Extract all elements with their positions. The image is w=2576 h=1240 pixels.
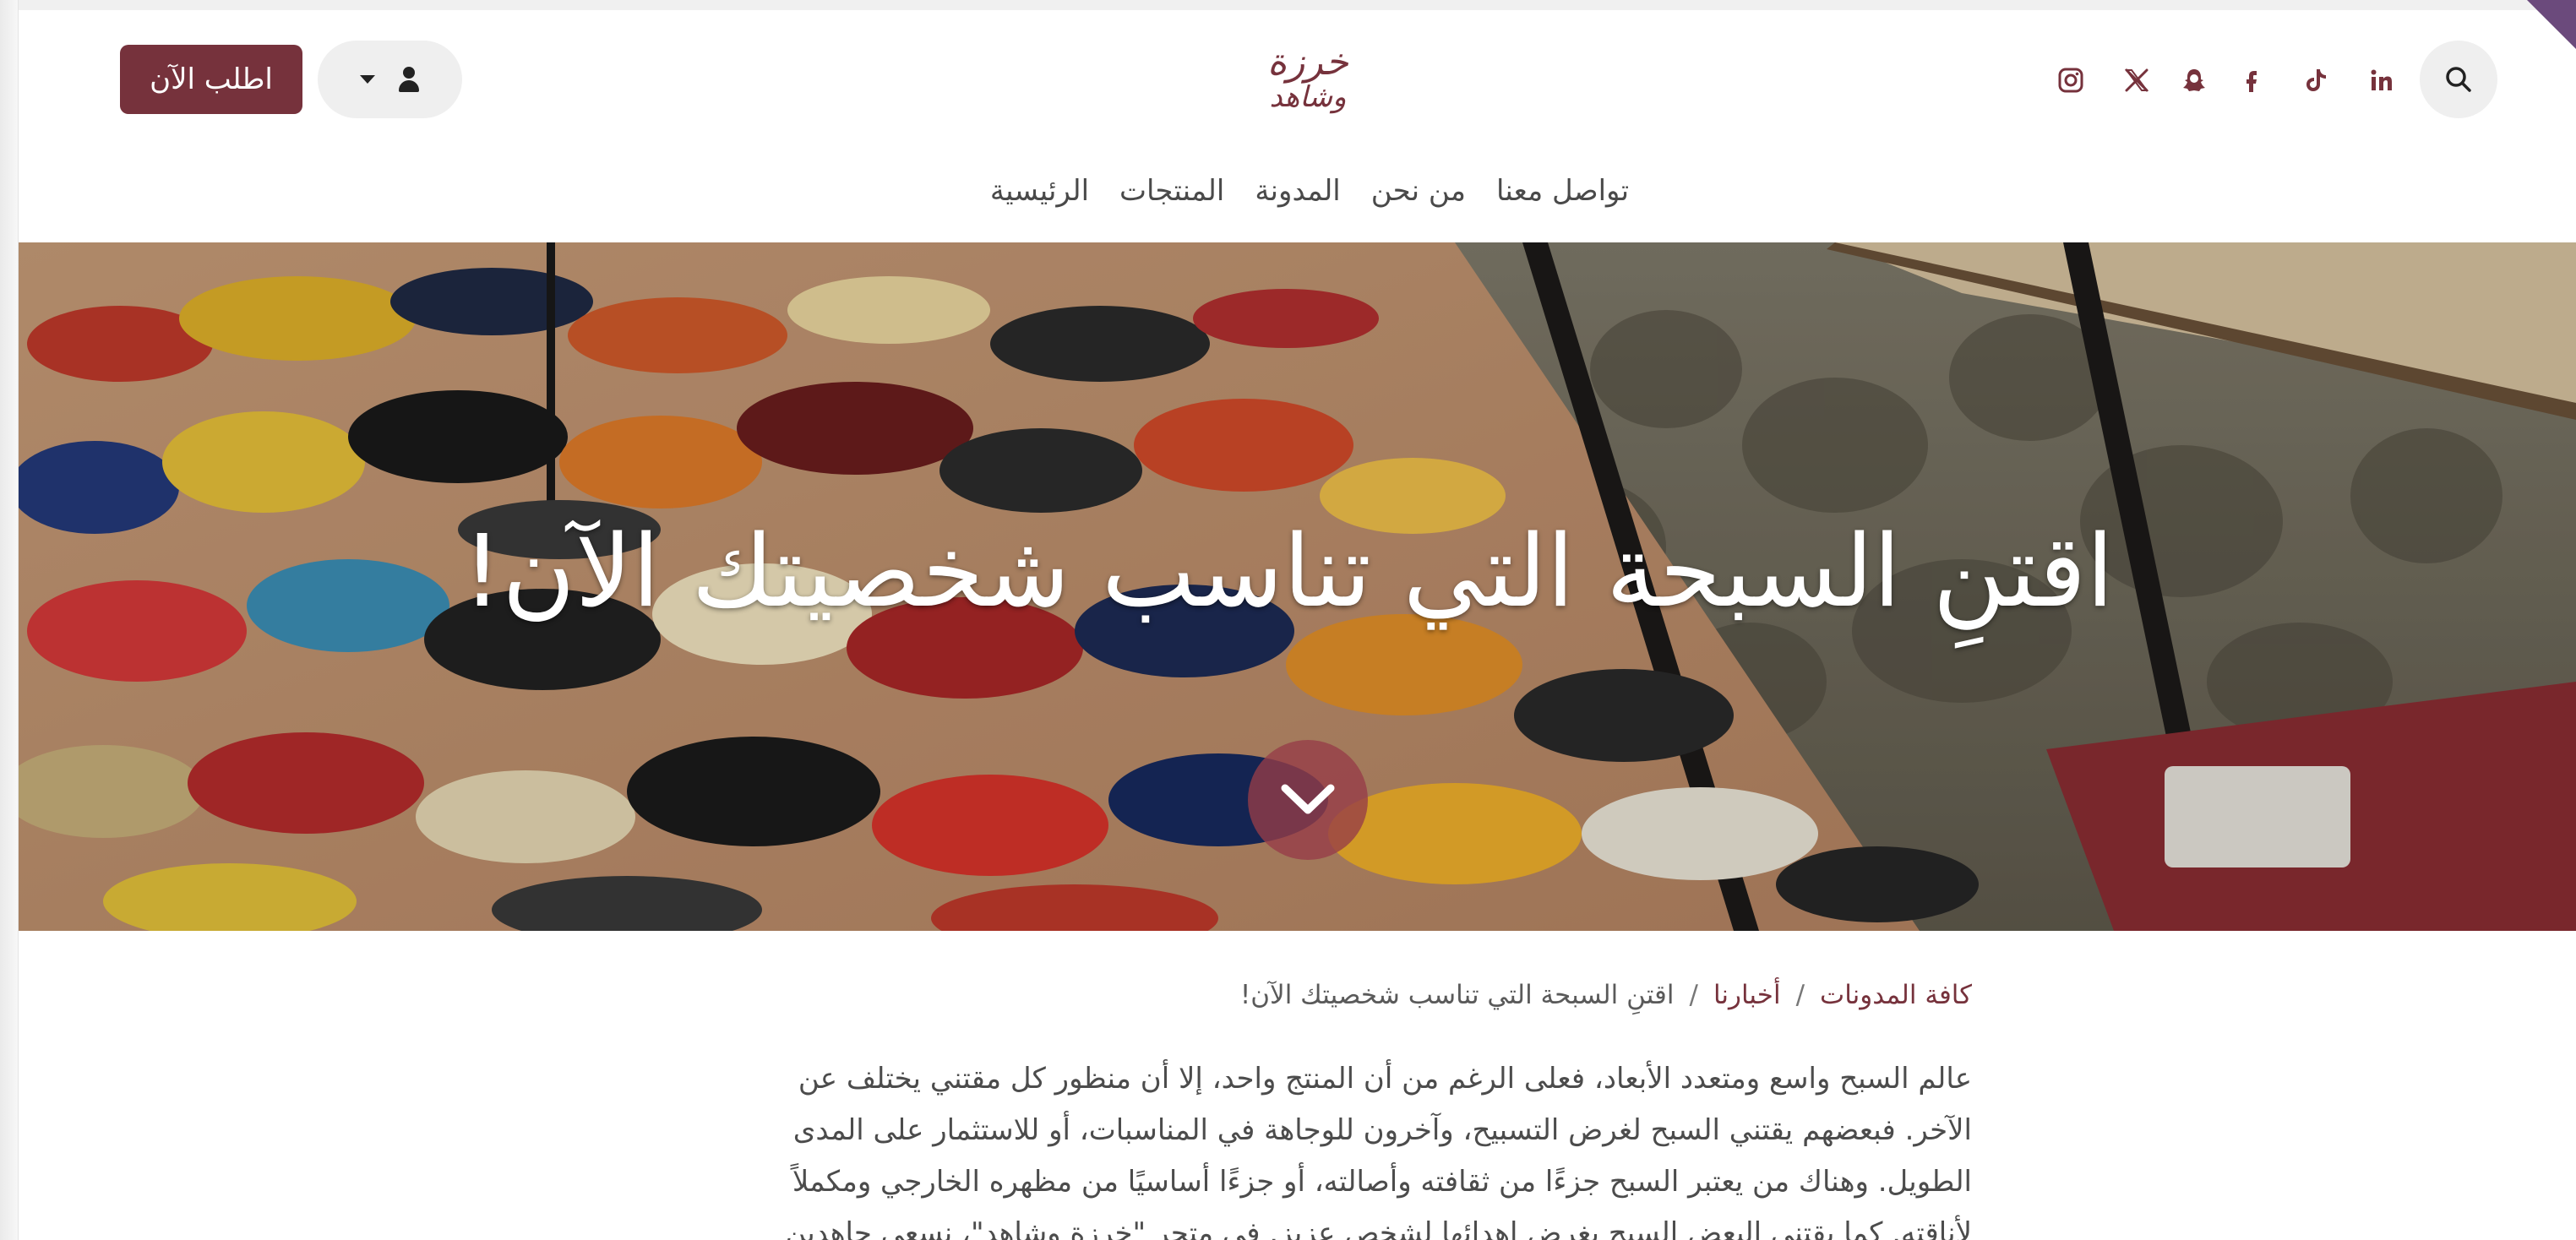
breadcrumb-current: اقتنِ السبحة التي تناسب شخصيتك الآن!: [1239, 980, 1675, 1010]
search-button[interactable]: [2420, 41, 2497, 118]
x-icon[interactable]: [2117, 61, 2156, 100]
corner-ribbon: [2527, 0, 2576, 49]
nav-item-about[interactable]: من نحن: [1371, 174, 1466, 208]
account-menu-button[interactable]: [318, 41, 462, 118]
instagram-icon[interactable]: [2051, 61, 2090, 100]
scroll-down-button[interactable]: [1248, 740, 1368, 860]
breadcrumb-separator: /: [1689, 980, 1698, 1010]
facebook-icon[interactable]: [2232, 61, 2271, 100]
brand-logo-line-1: خرزة: [1267, 41, 1348, 84]
article-text-line: الآخر. فبعضهم يقتني السبح لغرض التسبيح، …: [792, 1113, 1972, 1147]
search-icon: [2446, 67, 2471, 92]
breadcrumb: كافة المدونات / أخبارنا / اقتنِ السبحة التي …: [845, 980, 1972, 1019]
top-strip: [0, 0, 2576, 10]
chevron-down-icon: [359, 75, 375, 84]
article-text-line: عالم السبح واسع ومتعدد الأبعاد، فعلى الر…: [798, 1062, 1972, 1096]
brand-logo[interactable]: خرزة وشاهد: [1250, 37, 1365, 118]
nav-item-contact[interactable]: تواصل معنا: [1496, 174, 1629, 208]
linkedin-icon[interactable]: [2362, 61, 2401, 100]
breadcrumb-all-blogs[interactable]: كافة المدونات: [1820, 980, 1972, 1010]
snapchat-icon[interactable]: [2175, 61, 2214, 100]
main-navigation: الرئيسية المنتجات المدونة من نحن تواصل م…: [972, 167, 1647, 215]
nav-item-home[interactable]: الرئيسية: [990, 174, 1089, 208]
article-body: عالم السبح واسع ومتعدد الأبعاد، فعلى الر…: [642, 1053, 1972, 1240]
nav-item-products[interactable]: المنتجات: [1119, 174, 1224, 208]
article-text-line: الطويل. وهناك من يعتبر السبح جزءًا من ثق…: [792, 1165, 1972, 1199]
nav-item-blog[interactable]: المدونة: [1255, 174, 1340, 208]
breadcrumb-category[interactable]: أخبارنا: [1713, 980, 1781, 1010]
page: اطلب الآن خرزة وشاهد الرئيسية المنتجات ا…: [0, 0, 2576, 1240]
brand-logo-line-2: وشاهد: [1269, 80, 1347, 114]
hero-title: اقتنِ السبحة التي تناسب شخصيتك الآن!: [461, 513, 2115, 629]
breadcrumb-separator: /: [1795, 980, 1805, 1010]
chevron-down-icon: [1281, 784, 1335, 814]
article-text-line: لأناقته. كما يقتني البعض السبح بغرض إهدا…: [785, 1216, 1972, 1240]
tiktok-icon[interactable]: [2296, 61, 2335, 100]
user-icon: [397, 67, 421, 92]
order-now-button[interactable]: اطلب الآن: [120, 45, 302, 114]
